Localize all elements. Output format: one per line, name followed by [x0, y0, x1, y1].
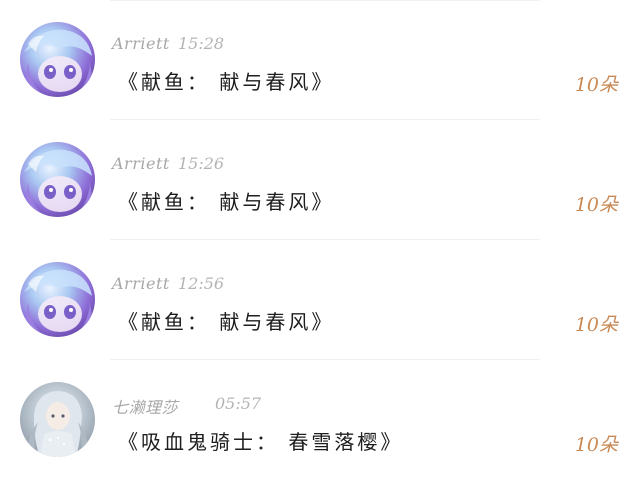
list-item[interactable]: 七濑理莎 05:57 《吸血鬼骑士： 春雪落樱》 10朵	[0, 360, 640, 480]
gift-count: 10朵	[574, 314, 618, 336]
username[interactable]: Arriett	[112, 154, 170, 173]
list-item[interactable]: Arriett 15:26 《献鱼： 献与春风》 10朵	[0, 120, 640, 240]
list-item[interactable]: Arriett 12:56 《献鱼： 献与春风》 10朵	[0, 240, 640, 360]
anime-girl-avatar-icon	[20, 22, 95, 97]
gift-title: 《献鱼： 献与春风》	[118, 310, 335, 334]
timestamp: 12:56	[178, 274, 225, 293]
gift-count: 10朵	[574, 194, 618, 216]
list-item[interactable]: Arriett 15:28 《献鱼： 献与春风》 10朵	[0, 0, 640, 120]
username[interactable]: 七濑理莎	[112, 394, 178, 418]
timestamp: 15:26	[178, 154, 225, 173]
gift-count: 10朵	[574, 74, 618, 96]
gift-record-list: Arriett 15:28 《献鱼： 献与春风》 10朵 Arriett 15:…	[0, 0, 640, 477]
avatar[interactable]	[20, 382, 95, 457]
anime-girl-avatar-icon	[20, 262, 95, 337]
timestamp: 15:28	[178, 34, 225, 53]
timestamp: 05:57	[215, 394, 262, 413]
avatar[interactable]	[20, 22, 95, 97]
gift-count: 10朵	[574, 434, 618, 456]
anime-girl-avatar-icon	[20, 142, 95, 217]
gift-title: 《献鱼： 献与春风》	[118, 70, 335, 94]
avatar[interactable]	[20, 142, 95, 217]
gift-title: 《献鱼： 献与春风》	[118, 190, 335, 214]
avatar[interactable]	[20, 262, 95, 337]
username[interactable]: Arriett	[112, 274, 170, 293]
username[interactable]: Arriett	[112, 34, 170, 53]
gift-title: 《吸血鬼骑士： 春雪落樱》	[118, 430, 404, 454]
silver-hair-girl-avatar-icon	[20, 382, 95, 457]
